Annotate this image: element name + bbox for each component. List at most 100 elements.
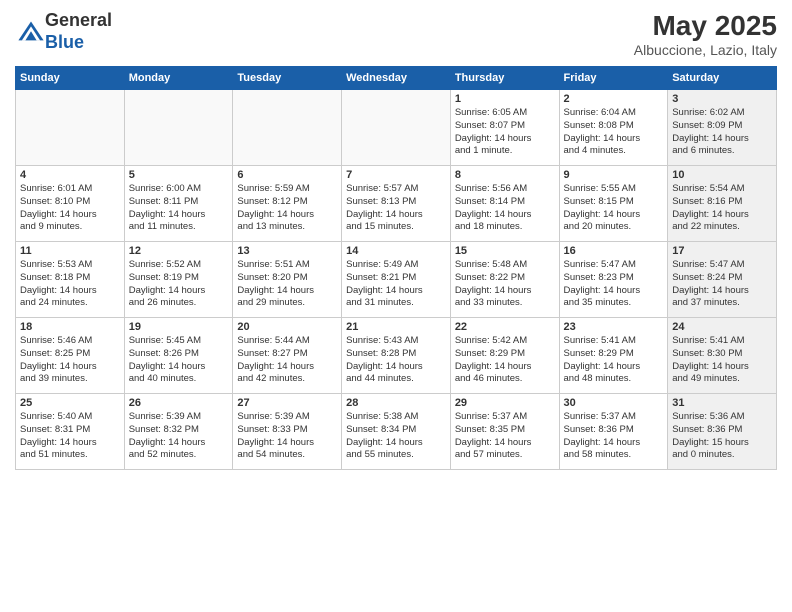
day-number: 21 bbox=[346, 321, 446, 333]
day-info: Sunrise: 6:01 AM Sunset: 8:10 PM Dayligh… bbox=[20, 183, 120, 234]
calendar-cell: 28 Sunrise: 5:38 AM Sunset: 8:34 PM Dayli… bbox=[342, 394, 451, 470]
calendar-cell: 27Sunrise: 5:39 AM Sunset: 8:33 PM Dayli… bbox=[233, 394, 342, 470]
day-number: 27 bbox=[237, 397, 337, 409]
day-number: 20 bbox=[237, 321, 337, 333]
day-info: Sunrise: 5:53 AM Sunset: 8:18 PM Dayligh… bbox=[20, 259, 120, 310]
day-info: Sunrise: 5:55 AM Sunset: 8:15 PM Dayligh… bbox=[564, 183, 664, 234]
calendar-cell: 11 Sunrise: 5:53 AM Sunset: 8:18 PM Dayli… bbox=[16, 242, 125, 318]
calendar-cell: 26Sunrise: 5:39 AM Sunset: 8:32 PM Dayli… bbox=[124, 394, 233, 470]
day-info: Sunrise: 5:47 AM Sunset: 8:23 PM Dayligh… bbox=[564, 259, 664, 310]
day-info: Sunrise: 6:00 AM Sunset: 8:11 PM Dayligh… bbox=[129, 183, 229, 234]
day-info: Sunrise: 5:41 AM Sunset: 8:30 PM Dayligh… bbox=[672, 335, 772, 386]
calendar: SundayMondayTuesdayWednesdayThursdayFrid… bbox=[15, 66, 777, 470]
calendar-cell: 2 Sunrise: 6:04 AM Sunset: 8:08 PM Daylig… bbox=[559, 90, 668, 166]
main-title: May 2025 bbox=[634, 10, 777, 42]
day-number: 30 bbox=[564, 397, 664, 409]
calendar-cell: 16Sunrise: 5:47 AM Sunset: 8:23 PM Dayli… bbox=[559, 242, 668, 318]
calendar-week-2: 11 Sunrise: 5:53 AM Sunset: 8:18 PM Dayli… bbox=[16, 242, 777, 318]
day-number: 18 bbox=[20, 321, 120, 333]
day-number: 8 bbox=[455, 169, 555, 181]
calendar-cell: 12Sunrise: 5:52 AM Sunset: 8:19 PM Dayli… bbox=[124, 242, 233, 318]
calendar-cell: 5 Sunrise: 6:00 AM Sunset: 8:11 PM Daylig… bbox=[124, 166, 233, 242]
calendar-week-4: 25 Sunrise: 5:40 AM Sunset: 8:31 PM Dayli… bbox=[16, 394, 777, 470]
calendar-cell: 1 Sunrise: 6:05 AM Sunset: 8:07 PM Daylig… bbox=[450, 90, 559, 166]
header: General Blue May 2025 Albuccione, Lazio,… bbox=[15, 10, 777, 58]
calendar-cell: 9 Sunrise: 5:55 AM Sunset: 8:15 PM Daylig… bbox=[559, 166, 668, 242]
day-number: 22 bbox=[455, 321, 555, 333]
title-section: May 2025 Albuccione, Lazio, Italy bbox=[634, 10, 777, 58]
calendar-cell: 13 Sunrise: 5:51 AM Sunset: 8:20 PM Dayli… bbox=[233, 242, 342, 318]
calendar-cell: 22 Sunrise: 5:42 AM Sunset: 8:29 PM Dayli… bbox=[450, 318, 559, 394]
day-number: 12 bbox=[129, 245, 229, 257]
calendar-week-3: 18 Sunrise: 5:46 AM Sunset: 8:25 PM Dayli… bbox=[16, 318, 777, 394]
day-info: Sunrise: 6:05 AM Sunset: 8:07 PM Dayligh… bbox=[455, 107, 555, 158]
calendar-cell bbox=[16, 90, 125, 166]
calendar-cell: 31Sunrise: 5:36 AM Sunset: 8:36 PM Dayli… bbox=[668, 394, 777, 470]
day-info: Sunrise: 5:37 AM Sunset: 8:36 PM Dayligh… bbox=[564, 411, 664, 462]
calendar-cell: 14Sunrise: 5:49 AM Sunset: 8:21 PM Dayli… bbox=[342, 242, 451, 318]
day-number: 29 bbox=[455, 397, 555, 409]
day-info: Sunrise: 5:48 AM Sunset: 8:22 PM Dayligh… bbox=[455, 259, 555, 310]
day-number: 15 bbox=[455, 245, 555, 257]
calendar-cell: 24 Sunrise: 5:41 AM Sunset: 8:30 PM Dayli… bbox=[668, 318, 777, 394]
day-info: Sunrise: 5:57 AM Sunset: 8:13 PM Dayligh… bbox=[346, 183, 446, 234]
day-number: 23 bbox=[564, 321, 664, 333]
calendar-week-1: 4Sunrise: 6:01 AM Sunset: 8:10 PM Daylig… bbox=[16, 166, 777, 242]
day-info: Sunrise: 5:41 AM Sunset: 8:29 PM Dayligh… bbox=[564, 335, 664, 386]
calendar-cell: 21Sunrise: 5:43 AM Sunset: 8:28 PM Dayli… bbox=[342, 318, 451, 394]
calendar-cell: 6 Sunrise: 5:59 AM Sunset: 8:12 PM Daylig… bbox=[233, 166, 342, 242]
day-number: 11 bbox=[20, 245, 120, 257]
logo-text: General Blue bbox=[45, 10, 112, 53]
day-number: 24 bbox=[672, 321, 772, 333]
day-number: 13 bbox=[237, 245, 337, 257]
calendar-header-tuesday: Tuesday bbox=[233, 67, 342, 90]
day-info: Sunrise: 5:56 AM Sunset: 8:14 PM Dayligh… bbox=[455, 183, 555, 234]
calendar-cell: 8 Sunrise: 5:56 AM Sunset: 8:14 PM Daylig… bbox=[450, 166, 559, 242]
day-number: 2 bbox=[564, 93, 664, 105]
calendar-cell: 19Sunrise: 5:45 AM Sunset: 8:26 PM Dayli… bbox=[124, 318, 233, 394]
day-number: 9 bbox=[564, 169, 664, 181]
day-number: 6 bbox=[237, 169, 337, 181]
calendar-week-0: 1 Sunrise: 6:05 AM Sunset: 8:07 PM Daylig… bbox=[16, 90, 777, 166]
day-number: 31 bbox=[672, 397, 772, 409]
day-info: Sunrise: 5:51 AM Sunset: 8:20 PM Dayligh… bbox=[237, 259, 337, 310]
day-number: 28 bbox=[346, 397, 446, 409]
calendar-cell bbox=[124, 90, 233, 166]
calendar-cell bbox=[342, 90, 451, 166]
day-number: 5 bbox=[129, 169, 229, 181]
day-info: Sunrise: 5:59 AM Sunset: 8:12 PM Dayligh… bbox=[237, 183, 337, 234]
calendar-header-sunday: Sunday bbox=[16, 67, 125, 90]
calendar-header-thursday: Thursday bbox=[450, 67, 559, 90]
day-number: 26 bbox=[129, 397, 229, 409]
day-info: Sunrise: 5:42 AM Sunset: 8:29 PM Dayligh… bbox=[455, 335, 555, 386]
calendar-cell: 4Sunrise: 6:01 AM Sunset: 8:10 PM Daylig… bbox=[16, 166, 125, 242]
day-number: 1 bbox=[455, 93, 555, 105]
calendar-cell: 29 Sunrise: 5:37 AM Sunset: 8:35 PM Dayli… bbox=[450, 394, 559, 470]
day-info: Sunrise: 5:37 AM Sunset: 8:35 PM Dayligh… bbox=[455, 411, 555, 462]
page: General Blue May 2025 Albuccione, Lazio,… bbox=[0, 0, 792, 612]
logo: General Blue bbox=[15, 10, 112, 53]
day-info: Sunrise: 6:02 AM Sunset: 8:09 PM Dayligh… bbox=[672, 107, 772, 158]
calendar-cell: 7 Sunrise: 5:57 AM Sunset: 8:13 PM Daylig… bbox=[342, 166, 451, 242]
day-number: 14 bbox=[346, 245, 446, 257]
day-number: 3 bbox=[672, 93, 772, 105]
subtitle: Albuccione, Lazio, Italy bbox=[634, 42, 777, 58]
day-info: Sunrise: 6:04 AM Sunset: 8:08 PM Dayligh… bbox=[564, 107, 664, 158]
day-number: 25 bbox=[20, 397, 120, 409]
calendar-cell: 10Sunrise: 5:54 AM Sunset: 8:16 PM Dayli… bbox=[668, 166, 777, 242]
calendar-header-monday: Monday bbox=[124, 67, 233, 90]
calendar-header-row: SundayMondayTuesdayWednesdayThursdayFrid… bbox=[16, 67, 777, 90]
day-info: Sunrise: 5:40 AM Sunset: 8:31 PM Dayligh… bbox=[20, 411, 120, 462]
calendar-cell: 15 Sunrise: 5:48 AM Sunset: 8:22 PM Dayli… bbox=[450, 242, 559, 318]
logo-general: General bbox=[45, 10, 112, 30]
day-info: Sunrise: 5:38 AM Sunset: 8:34 PM Dayligh… bbox=[346, 411, 446, 462]
day-info: Sunrise: 5:54 AM Sunset: 8:16 PM Dayligh… bbox=[672, 183, 772, 234]
calendar-cell: 25 Sunrise: 5:40 AM Sunset: 8:31 PM Dayli… bbox=[16, 394, 125, 470]
calendar-header-friday: Friday bbox=[559, 67, 668, 90]
day-info: Sunrise: 5:46 AM Sunset: 8:25 PM Dayligh… bbox=[20, 335, 120, 386]
day-info: Sunrise: 5:47 AM Sunset: 8:24 PM Dayligh… bbox=[672, 259, 772, 310]
calendar-cell: 30 Sunrise: 5:37 AM Sunset: 8:36 PM Dayli… bbox=[559, 394, 668, 470]
day-number: 7 bbox=[346, 169, 446, 181]
calendar-cell bbox=[233, 90, 342, 166]
day-info: Sunrise: 5:45 AM Sunset: 8:26 PM Dayligh… bbox=[129, 335, 229, 386]
